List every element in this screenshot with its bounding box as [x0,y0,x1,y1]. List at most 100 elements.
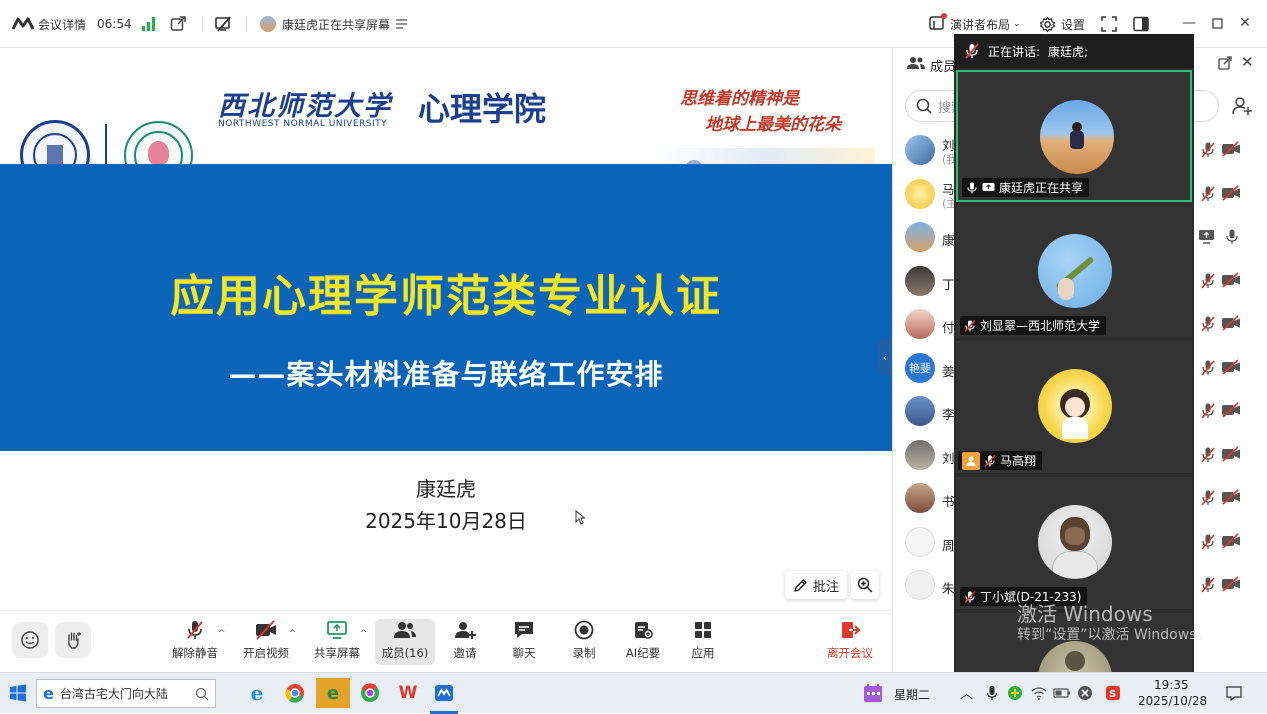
sogou-input-icon[interactable]: S [1101,681,1125,705]
chrome-alt-icon[interactable] [358,681,382,705]
slogan-line-2: 地球上最美的花朵 [705,115,841,135]
members-panel-title: 成员 [930,60,957,75]
camera-off-icon[interactable] [1221,184,1241,203]
video-tile-name: 康廷虎正在共享 [999,181,1084,195]
slide-subtitle: ——案头材料准备与联络工作安排 [228,358,664,391]
members-button[interactable]: 成员(16) [375,619,435,665]
mic-muted-icon[interactable] [1199,489,1217,507]
record-icon [574,620,594,640]
avatar [905,439,935,470]
stop-share-icon[interactable] [214,0,232,48]
mic-muted-icon[interactable] [1199,185,1217,203]
hand-icon [68,632,81,649]
wps-icon[interactable]: W [396,681,420,705]
video-tile[interactable]: 刘显翠—西北师范大学 [956,206,1192,338]
mic-muted-icon[interactable] [1199,141,1217,159]
camera-off-icon[interactable] [1221,402,1241,420]
camera-off-icon[interactable] [1221,489,1241,507]
camera-off-icon[interactable] [1221,576,1241,594]
reaction-button[interactable] [12,622,48,658]
mic-muted-icon[interactable] [1199,576,1217,594]
search-icon [195,687,209,700]
calendar-widget-icon[interactable] [861,681,885,705]
unmute-button[interactable]: 解除静音 [165,619,225,665]
chrome-icon[interactable] [283,681,307,705]
windows-start-icon[interactable] [6,681,30,705]
tray-mic-icon[interactable] [980,681,1004,705]
camera-off-icon[interactable] [1221,358,1241,377]
start-video-label: 开启视频 [243,646,289,660]
avatar [905,309,935,339]
taskbar-search-input[interactable]: e 台湾古宅大门向大陆 [36,679,216,708]
ai-summary-button[interactable]: AI纪要 [613,619,673,665]
tray-expand-icon[interactable]: ︿ [960,683,973,702]
list-icon [396,19,408,29]
settings-label: 设置 [1061,17,1086,32]
chevron-up-icon[interactable]: ^ [360,629,368,639]
invite-button[interactable]: 邀请 [435,619,495,665]
camera-off-icon[interactable] [1221,315,1241,333]
mic-muted-icon[interactable] [1199,402,1217,420]
record-label: 录制 [572,646,596,660]
ai-summary-icon [635,622,653,639]
minimize-icon[interactable]: — [1178,12,1200,34]
popout-icon[interactable] [1218,56,1232,70]
member-name: 刘 [942,450,955,466]
leave-meeting-button[interactable]: 离开会议 [820,619,880,665]
apps-button[interactable]: 应用 [673,619,733,665]
members-icon [907,57,925,69]
close-icon[interactable]: ✕ [1234,12,1256,34]
slide-title: 应用心理学师范类专业认证 [170,271,722,322]
tencent-meeting-window: 会议详情 06:54 康廷虎正在共享屏幕 演讲者布局 ⌄ 设置 — ✕ 西北师范… [0,0,1267,714]
video-tile[interactable]: 康廷虎正在共享 [956,70,1192,202]
maximize-icon[interactable] [1206,12,1228,34]
annotate-button[interactable]: 批注 [785,571,847,599]
chevron-up-icon[interactable]: ^ [289,629,297,639]
ie-browser-icon[interactable]: e [245,681,269,705]
chat-button[interactable]: 聊天 [494,619,554,665]
share-screen-button[interactable]: 共享屏幕 [307,619,367,665]
avatar [905,222,935,252]
tencent-meeting-taskbar-icon[interactable] [432,681,456,705]
close-panel-icon[interactable]: ✕ [1241,53,1254,71]
mic-muted-icon[interactable] [1199,272,1217,290]
svg-text:S: S [1109,689,1116,700]
video-tile[interactable]: 马高翔 [956,341,1192,473]
camera-off-icon[interactable] [1221,271,1241,290]
mic-muted-icon[interactable] [1199,446,1217,464]
collapse-panel-tab[interactable]: ‹ [878,339,892,375]
raise-hand-button[interactable] [55,622,91,658]
windows-activation-hint: 转到“设置”以激活 Windows。 [1017,627,1211,643]
tray-app-icon[interactable] [1003,681,1027,705]
camera-off-icon[interactable] [1221,532,1241,551]
camera-off-icon[interactable] [1221,141,1241,159]
members-label: 成员(16) [381,646,429,660]
mic-icon[interactable] [1223,228,1241,246]
member-name: 朱 [942,581,955,596]
chevron-up-icon[interactable]: ^ [218,629,226,639]
battery-icon[interactable] [1050,681,1074,705]
sogou-browser-icon[interactable]: e [316,678,350,708]
screen-share-icon[interactable] [1197,228,1217,246]
mic-muted-icon[interactable] [1199,359,1217,377]
record-button[interactable]: 录制 [554,619,614,665]
volume-muted-icon[interactable] [1073,681,1097,705]
meeting-info-button[interactable]: 会议详情 [12,0,86,48]
notification-center-icon[interactable] [1222,681,1246,705]
annotate-label: 批注 [812,579,839,595]
speaking-indicator: 正在讲话: 康廷虎; [954,34,1194,68]
member-name: 李 [942,407,955,422]
camera-off-icon[interactable] [1221,445,1241,464]
sharing-status[interactable]: 康廷虎正在共享屏幕 [260,0,408,48]
open-external-icon[interactable] [170,0,186,48]
start-video-button[interactable]: 开启视频 [236,619,296,665]
zoom-in-button[interactable] [851,571,879,599]
video-tile[interactable]: 丁小斌(D-21-233) [956,477,1192,609]
add-user-icon [1232,97,1252,115]
invite-member-button[interactable] [1227,92,1257,120]
host-badge-icon [962,451,980,470]
avatar [905,483,935,513]
mic-muted-icon[interactable] [1199,533,1217,551]
wifi-icon[interactable] [1027,681,1051,705]
mic-muted-icon[interactable] [1199,315,1217,333]
